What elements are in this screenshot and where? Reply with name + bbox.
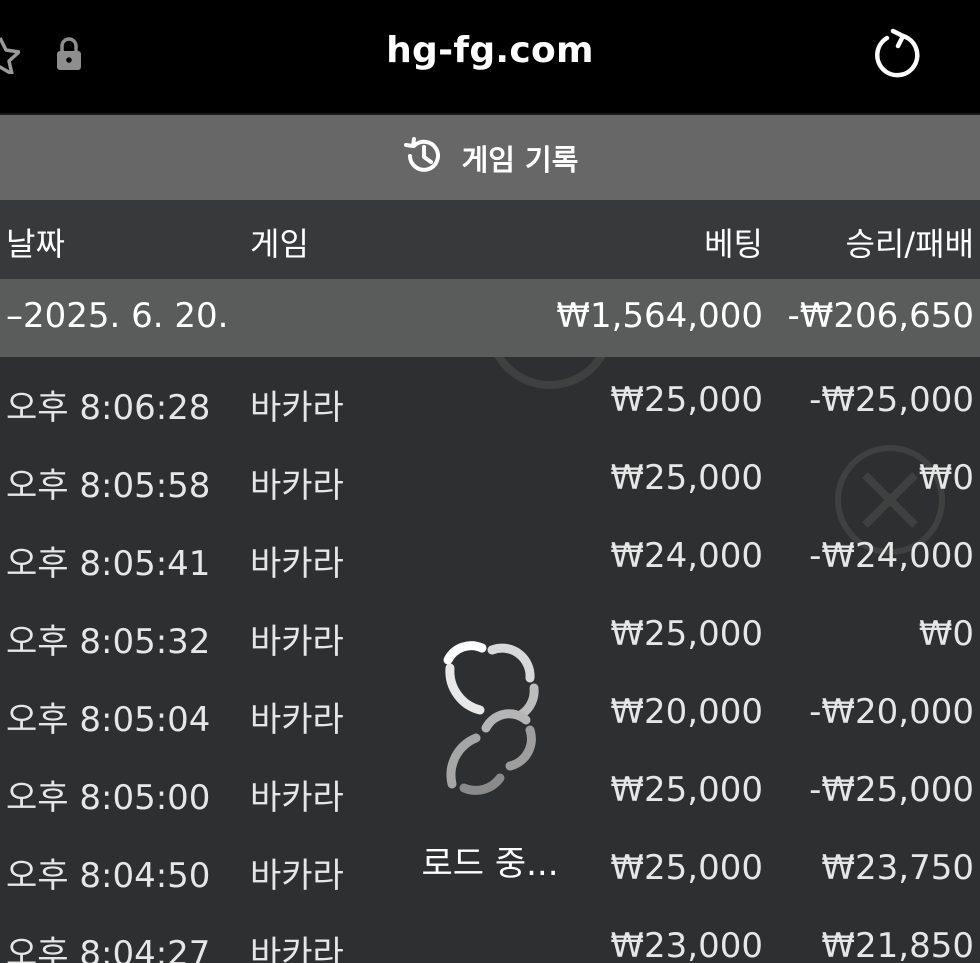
screen: hg-fg.com 게임 기록 날짜 게임 베팅 승리/패배 –2025. 6.… <box>0 0 980 963</box>
reload-icon[interactable] <box>870 28 924 86</box>
row-time: 오후 8:04:27 <box>6 934 211 963</box>
row-bet: ₩25,000 <box>610 770 763 810</box>
row-result: -₩25,000 <box>809 380 974 420</box>
row-result: ₩21,850 <box>821 926 974 963</box>
row-time: 오후 8:05:32 <box>6 622 211 662</box>
row-bet: ₩24,000 <box>610 536 763 576</box>
row-time: 오후 8:05:00 <box>6 778 211 818</box>
row-bet: ₩25,000 <box>610 380 763 420</box>
page-title: 게임 기록 <box>461 142 579 177</box>
group-date: –2025. 6. 20. <box>6 296 229 336</box>
row-game: 바카라 <box>250 388 344 428</box>
table-row[interactable]: 오후 8:04:27 바카라 ₩23,000 ₩21,850 <box>0 903 980 963</box>
column-game: 게임 <box>250 225 309 263</box>
column-result: 승리/패배 <box>845 225 974 263</box>
table-header: 날짜 게임 베팅 승리/패배 <box>0 200 980 279</box>
spinner-icon <box>430 638 550 802</box>
row-time: 오후 8:04:50 <box>6 856 211 896</box>
row-bet: ₩23,000 <box>610 926 763 963</box>
group-result-total: -₩206,650 <box>787 296 975 336</box>
table-row[interactable]: 오후 8:05:58 바카라 ₩25,000 ₩0 <box>0 435 980 513</box>
loading-text: 로드 중... <box>421 844 559 884</box>
game-history-header: 게임 기록 <box>0 115 980 200</box>
row-game: 바카라 <box>250 934 344 963</box>
row-result: -₩20,000 <box>809 692 974 732</box>
row-bet: ₩20,000 <box>610 692 763 732</box>
history-icon <box>402 136 444 180</box>
row-result: -₩25,000 <box>809 770 974 810</box>
row-result: -₩24,000 <box>809 536 974 576</box>
group-bet-total: ₩1,564,000 <box>556 296 763 336</box>
row-result: ₩0 <box>918 458 974 498</box>
table-row[interactable]: 오후 8:06:28 바카라 ₩25,000 -₩25,000 <box>0 357 980 435</box>
row-game: 바카라 <box>250 700 344 740</box>
row-time: 오후 8:05:41 <box>6 544 211 584</box>
row-result: ₩23,750 <box>821 848 974 888</box>
row-result: ₩0 <box>918 614 974 654</box>
row-time: 오후 8:05:04 <box>6 700 211 740</box>
row-game: 바카라 <box>250 778 344 818</box>
table-row[interactable]: 오후 8:05:41 바카라 ₩24,000 -₩24,000 <box>0 513 980 591</box>
row-game: 바카라 <box>250 856 344 896</box>
row-bet: ₩25,000 <box>610 614 763 654</box>
row-bet: ₩25,000 <box>610 848 763 888</box>
row-game: 바카라 <box>250 622 344 662</box>
row-time: 오후 8:05:58 <box>6 466 211 506</box>
row-game: 바카라 <box>250 544 344 584</box>
column-date: 날짜 <box>6 225 65 263</box>
row-time: 오후 8:06:28 <box>6 388 211 428</box>
row-game: 바카라 <box>250 466 344 506</box>
browser-address-bar: hg-fg.com <box>0 0 980 115</box>
row-bet: ₩25,000 <box>610 458 763 498</box>
url-text[interactable]: hg-fg.com <box>0 30 980 71</box>
date-group-row[interactable]: –2025. 6. 20. ₩1,564,000 -₩206,650 <box>0 279 980 357</box>
column-bet: 베팅 <box>704 225 763 263</box>
